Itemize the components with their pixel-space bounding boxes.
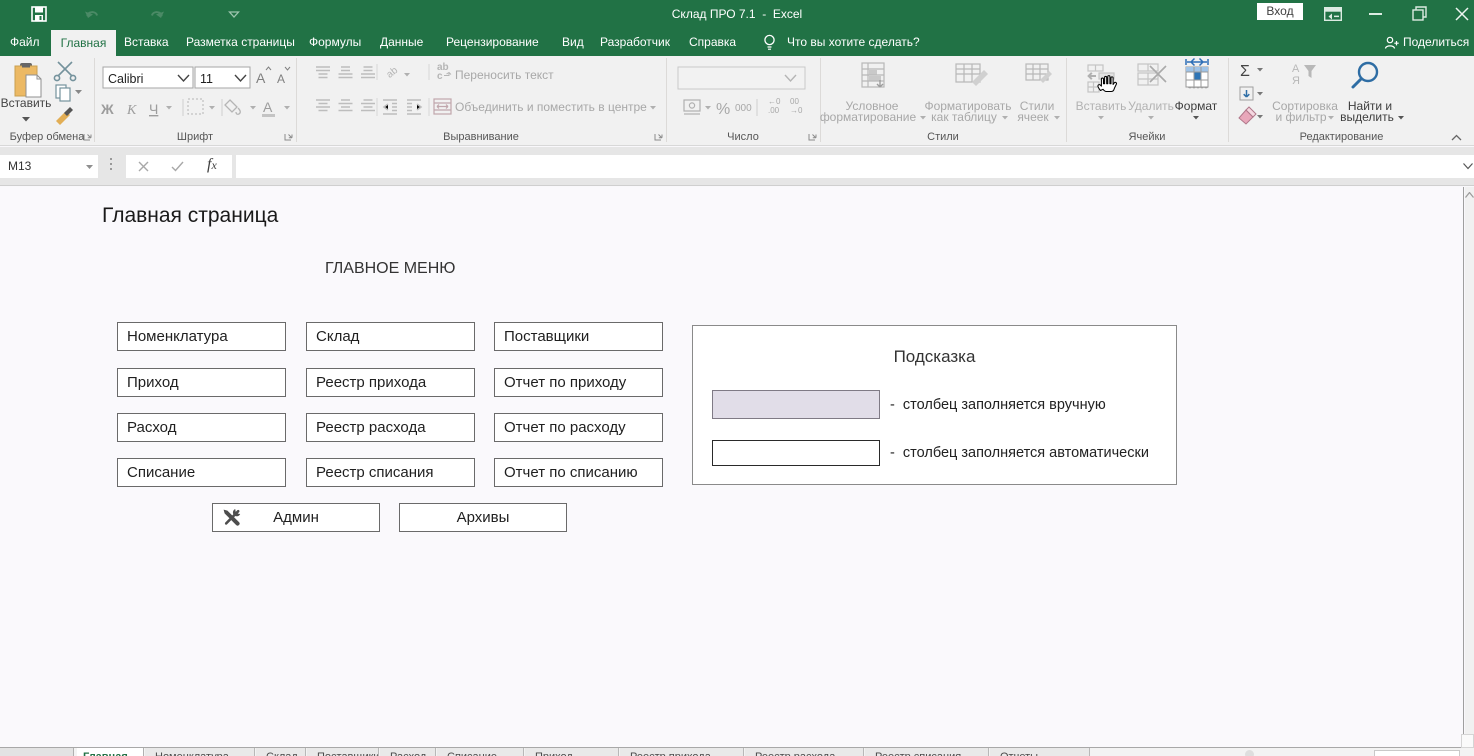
- svg-text:ячеек: ячеек: [1017, 110, 1049, 124]
- svg-text:Вставить: Вставить: [1, 96, 52, 110]
- svg-text:А: А: [1292, 63, 1300, 75]
- svg-text:Ч: Ч: [149, 101, 158, 117]
- svg-text:Ж: Ж: [100, 101, 114, 117]
- svg-text:c: c: [437, 71, 443, 82]
- svg-text:А: А: [256, 70, 266, 86]
- svg-text:ab: ab: [385, 65, 401, 81]
- svg-text:Объединить и поместить в центр: Объединить и поместить в центре: [455, 100, 647, 114]
- svg-text:.00: .00: [768, 106, 780, 115]
- svg-text:00: 00: [790, 97, 799, 106]
- svg-text:Я: Я: [1292, 75, 1300, 87]
- svg-text:как таблицу: как таблицу: [931, 110, 997, 124]
- svg-text:выделить: выделить: [1340, 110, 1394, 124]
- svg-text:К: К: [126, 103, 137, 118]
- svg-text:←0: ←0: [768, 97, 781, 106]
- svg-text:%: %: [716, 101, 730, 118]
- svg-text:Вставить: Вставить: [1076, 99, 1127, 113]
- svg-text:Переносить текст: Переносить текст: [455, 68, 554, 82]
- svg-text:Формат: Формат: [1175, 99, 1218, 113]
- svg-text:А: А: [263, 99, 273, 115]
- svg-text:→0: →0: [790, 106, 803, 115]
- svg-text:Calibri: Calibri: [108, 72, 143, 86]
- svg-text:и фильтр: и фильтр: [1275, 110, 1326, 124]
- svg-text:000: 000: [735, 103, 752, 114]
- svg-text:11: 11: [200, 72, 213, 86]
- svg-text:Удалить: Удалить: [1128, 99, 1174, 113]
- svg-text:Σ: Σ: [1240, 63, 1250, 80]
- svg-text:форматирование: форматирование: [820, 110, 917, 124]
- svg-text:А: А: [277, 72, 285, 86]
